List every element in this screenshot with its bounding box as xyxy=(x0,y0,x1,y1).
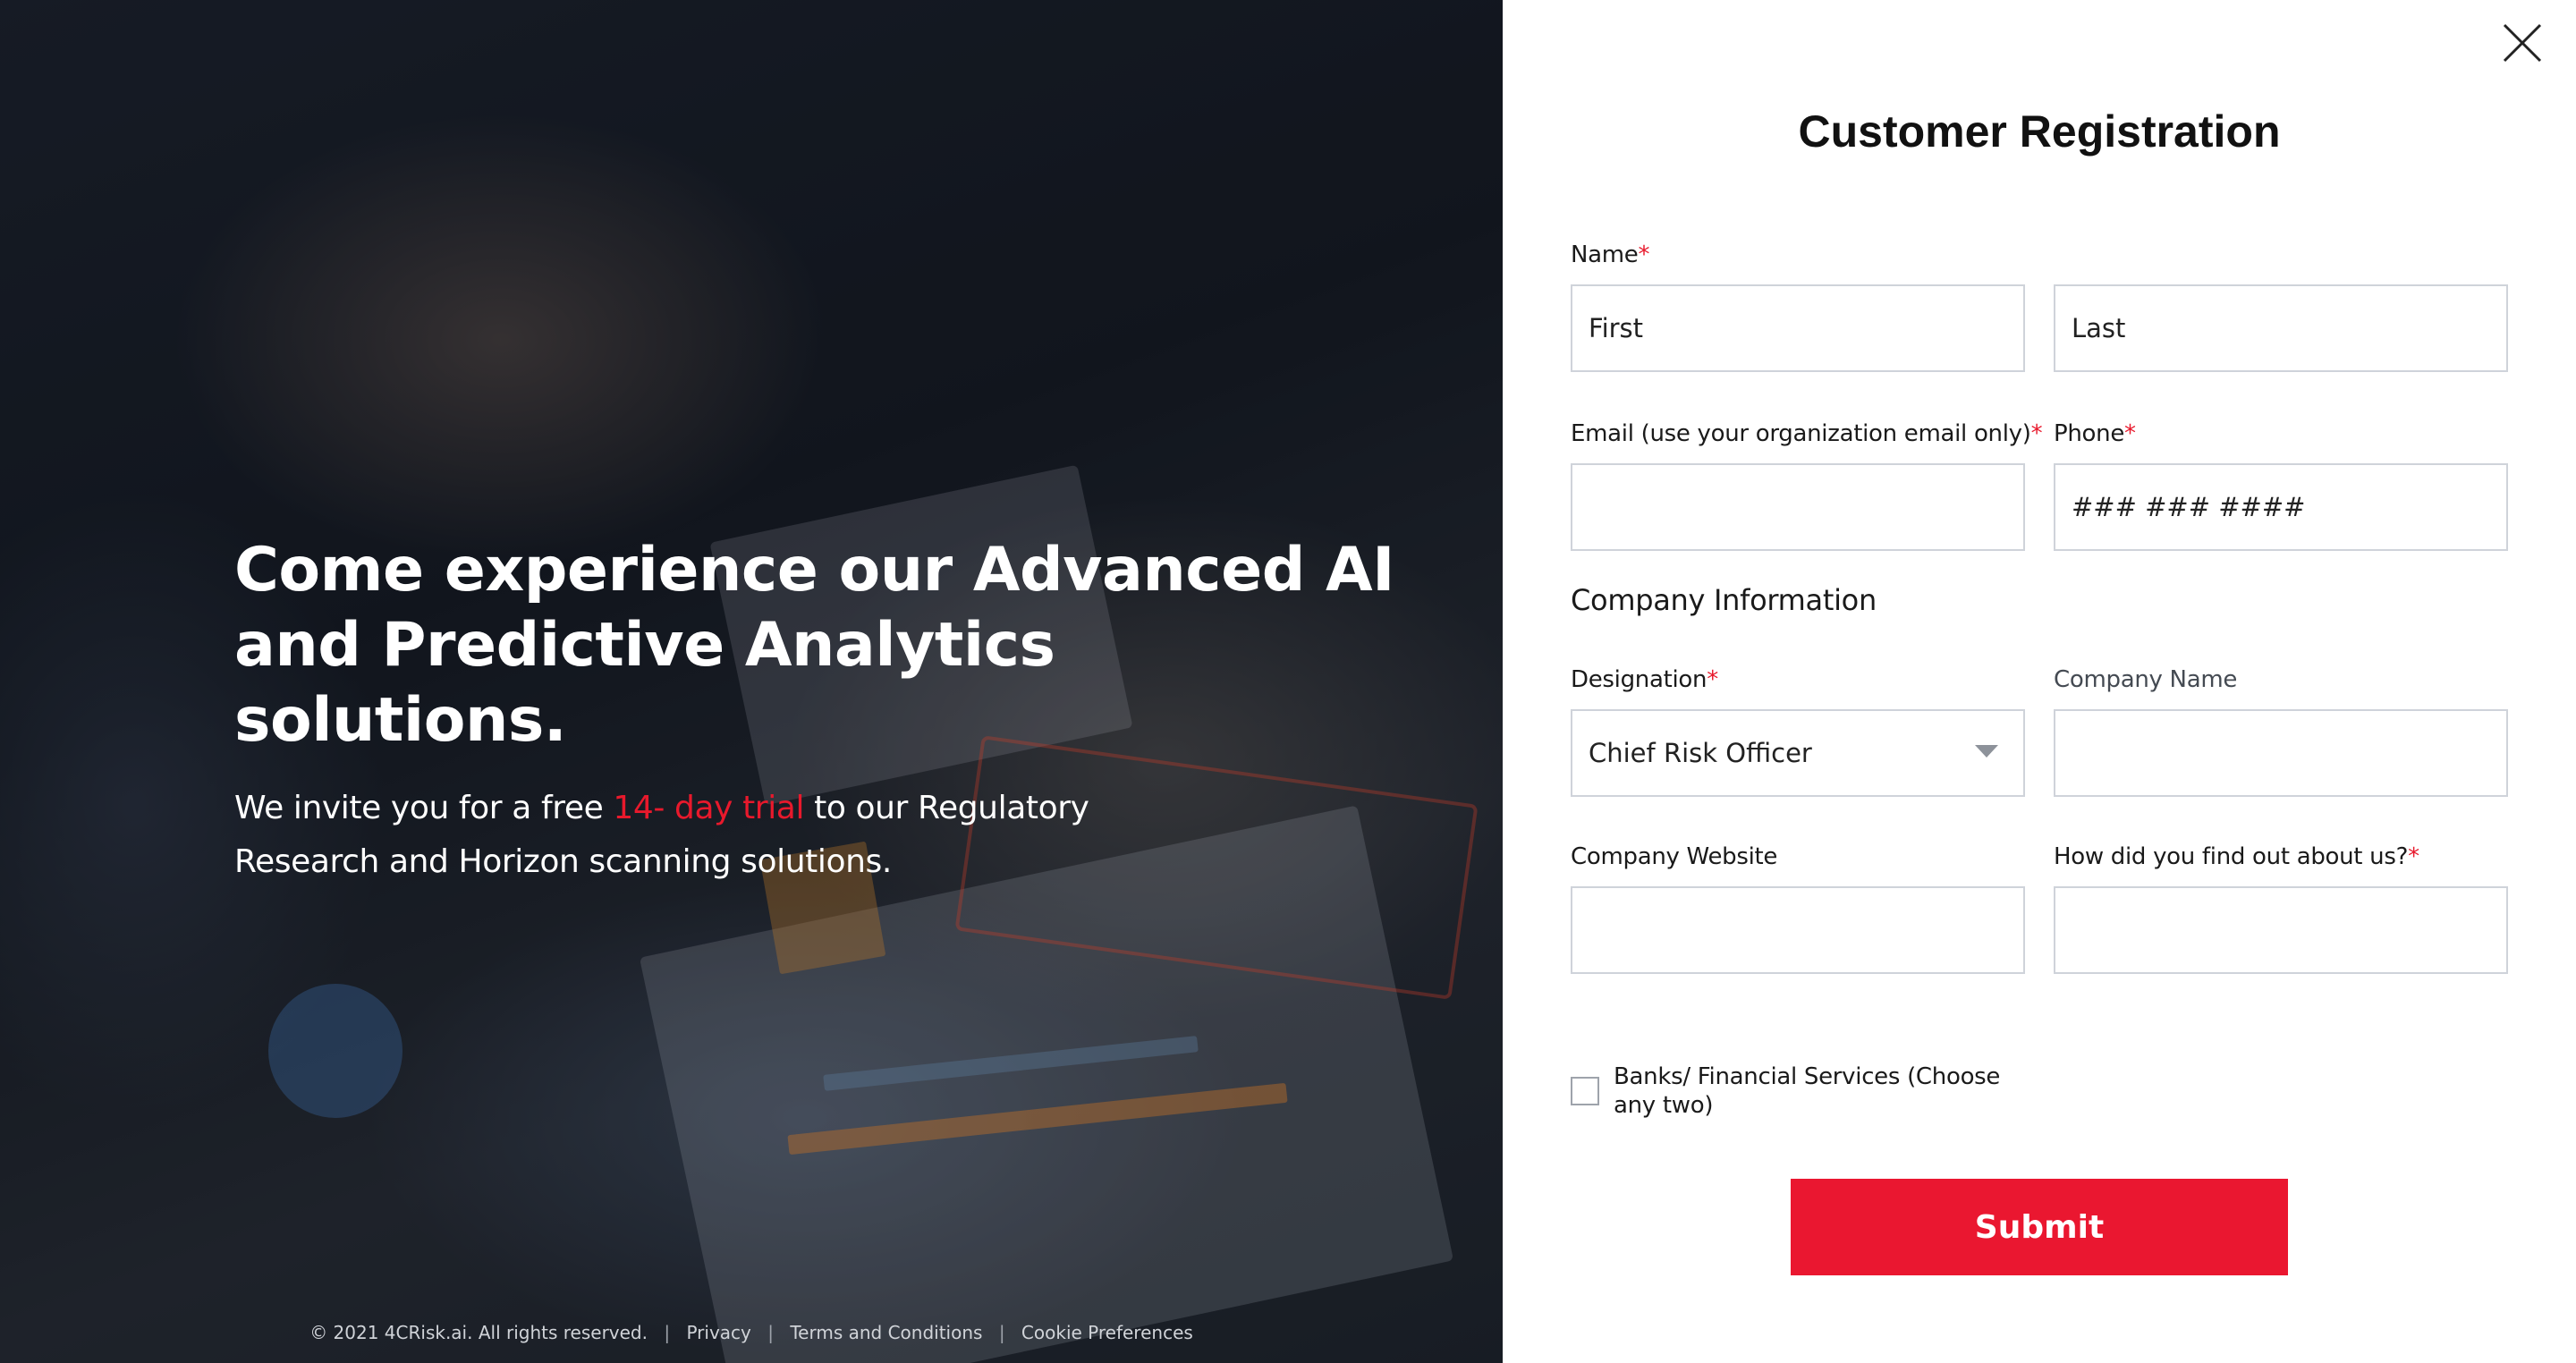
required-mark: * xyxy=(1638,241,1650,268)
designation-selected-value: Chief Risk Officer xyxy=(1589,738,1812,768)
company-website-input[interactable] xyxy=(1571,886,2025,974)
find-out-input[interactable] xyxy=(2054,886,2508,974)
name-label-text: Name xyxy=(1571,241,1639,268)
copyright-text: © 2021 4CRisk.ai. All rights reserved. xyxy=(309,1322,648,1343)
company-website-label: Company Website xyxy=(1571,843,1778,870)
designation-select[interactable]: Chief Risk Officer xyxy=(1571,709,2025,797)
background-pie-shape xyxy=(268,984,402,1118)
industry-checkbox-label[interactable]: Banks/ Financial Services (Choose any tw… xyxy=(1614,1062,2034,1120)
designation-label: Designation* xyxy=(1571,666,1718,693)
footer-separator: | xyxy=(664,1322,671,1343)
hero-sub-text: We invite you for a free xyxy=(234,790,614,826)
footer-separator: | xyxy=(767,1322,774,1343)
phone-label-text: Phone xyxy=(2054,420,2125,447)
registration-panel: Customer Registration Name* Email (use y… xyxy=(1503,0,2576,1363)
required-mark: * xyxy=(2408,843,2419,870)
form-title: Customer Registration xyxy=(1798,106,2281,157)
first-name-input[interactable] xyxy=(1571,284,2025,372)
footer-link-privacy[interactable]: Privacy xyxy=(686,1322,750,1343)
footer-link-cookies[interactable]: Cookie Preferences xyxy=(1021,1322,1193,1343)
email-input[interactable] xyxy=(1571,463,2025,551)
last-name-input[interactable] xyxy=(2054,284,2508,372)
required-mark: * xyxy=(2030,420,2043,447)
email-label-text: Email (use your organization email only) xyxy=(1571,420,2031,447)
footer-separator: | xyxy=(998,1322,1005,1343)
footer-link-terms[interactable]: Terms and Conditions xyxy=(790,1322,982,1343)
company-name-input[interactable] xyxy=(2054,709,2508,797)
name-label: Name* xyxy=(1571,241,1650,268)
required-mark: * xyxy=(1707,666,1718,693)
close-icon xyxy=(2503,23,2542,63)
email-label: Email (use your organization email only)… xyxy=(1571,420,2043,447)
required-mark: * xyxy=(2124,420,2136,447)
company-name-label: Company Name xyxy=(2054,666,2238,693)
hero-headline: Come experience our Advanced AI and Pred… xyxy=(234,533,1397,758)
company-info-heading: Company Information xyxy=(1571,583,1877,617)
hero-content: Come experience our Advanced AI and Pred… xyxy=(234,533,1397,889)
hero-banner: Come experience our Advanced AI and Pred… xyxy=(0,0,1503,1363)
designation-label-text: Designation xyxy=(1571,666,1707,693)
page-footer: © 2021 4CRisk.ai. All rights reserved. |… xyxy=(0,1322,1503,1343)
hero-subheadline: We invite you for a free 14- day trial t… xyxy=(234,782,1218,889)
hero-headline-line2: and Predictive Analytics solutions. xyxy=(234,610,1055,756)
hero-headline-line1: Come experience our Advanced AI xyxy=(234,535,1395,605)
close-button[interactable] xyxy=(2497,18,2547,68)
submit-button[interactable]: Submit xyxy=(1791,1179,2288,1275)
phone-input[interactable] xyxy=(2054,463,2508,551)
trial-highlight: 14- day trial xyxy=(613,790,805,826)
find-out-label-text: How did you find out about us? xyxy=(2054,843,2409,870)
checkbox-icon[interactable] xyxy=(1571,1077,1599,1105)
phone-label: Phone* xyxy=(2054,420,2136,447)
find-out-label: How did you find out about us?* xyxy=(2054,843,2419,870)
chevron-down-icon xyxy=(1975,745,1998,758)
